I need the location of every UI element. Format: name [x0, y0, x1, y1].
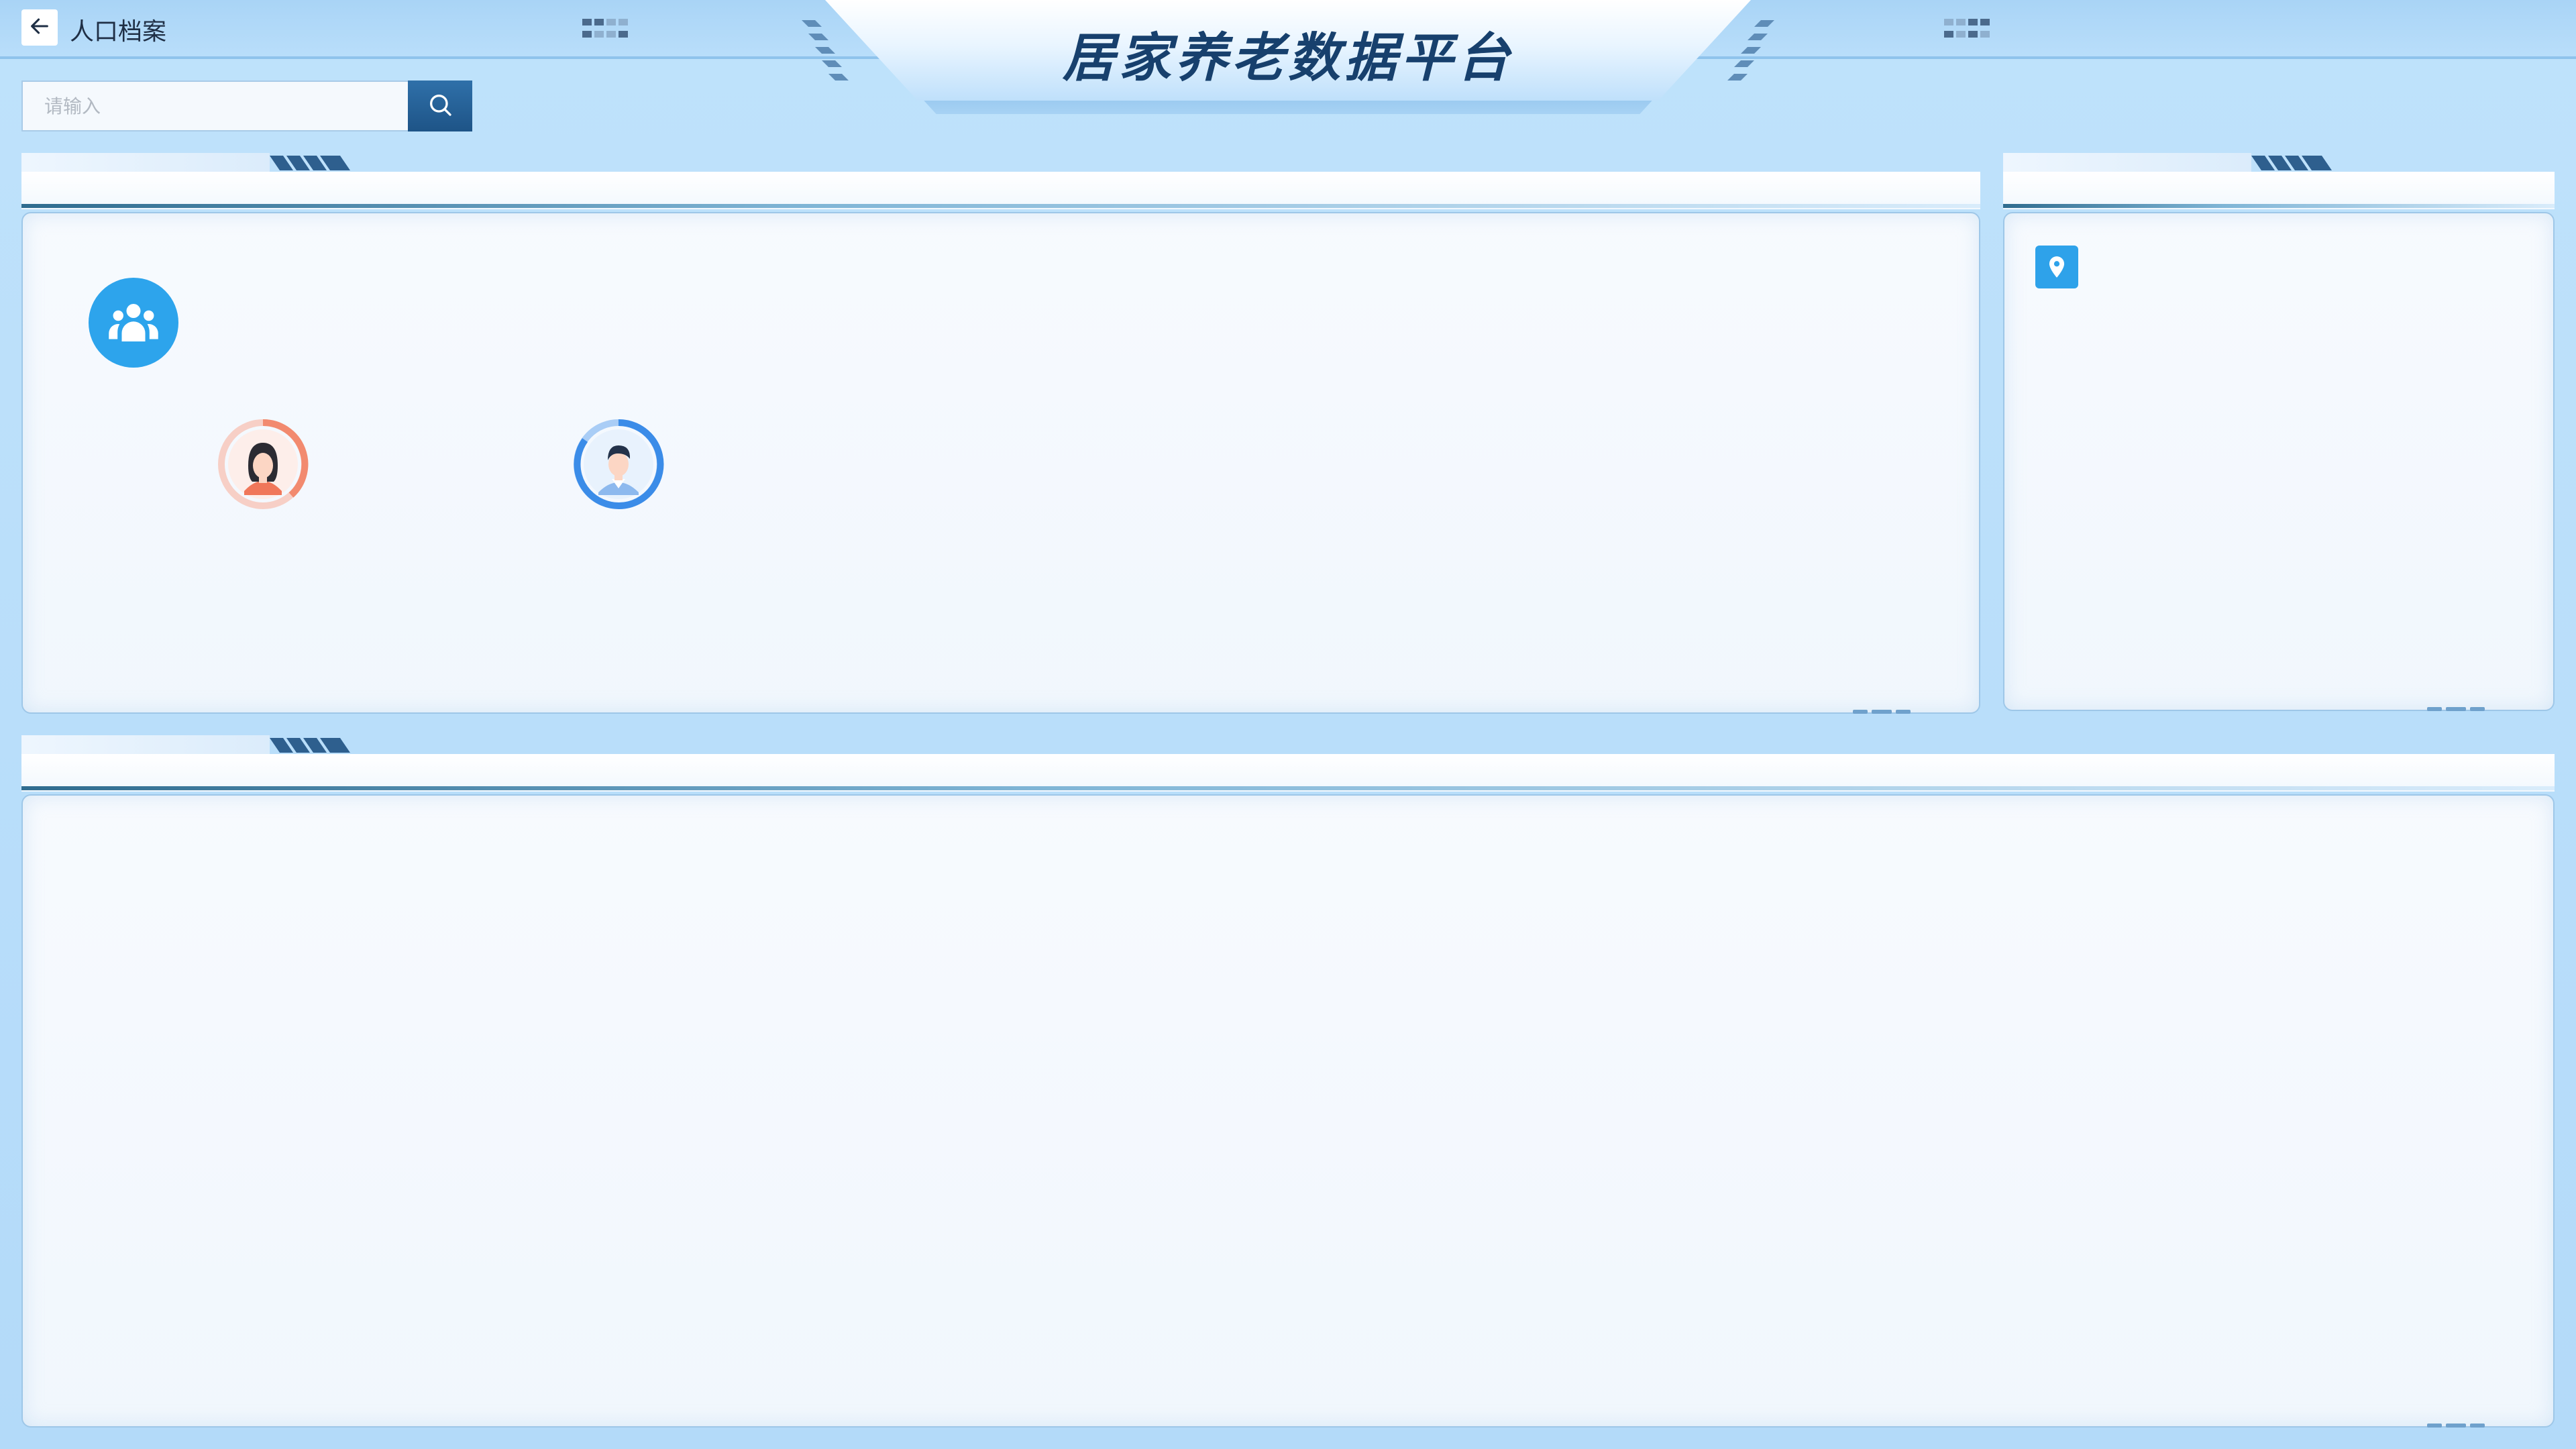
location-panel: [2003, 212, 2555, 711]
header-slash-decoration: [270, 156, 350, 170]
search-icon: [427, 91, 453, 121]
search-button[interactable]: [408, 80, 472, 131]
panel-corner-decoration: [1845, 708, 1919, 715]
population-panel-header: [21, 153, 1980, 212]
back-button[interactable]: [21, 9, 58, 46]
map-pin-icon: [2035, 246, 2078, 288]
female-avatar-icon: [217, 419, 309, 510]
male-avatar-icon: [573, 419, 664, 510]
header-slash-decoration: [2251, 156, 2332, 170]
search-box: [21, 80, 408, 131]
header-decoration-left: [582, 19, 628, 38]
panel-header-line: [21, 204, 1980, 208]
platform-title: 居家养老数据平台: [1062, 28, 1513, 89]
panel-header-tab: [21, 153, 270, 173]
people-group-icon: [89, 278, 178, 368]
page-title: 人口档案: [70, 18, 167, 46]
detail-panel: [21, 794, 2555, 1428]
app-root: 人口档案 居家养老数据平台 请输入: [0, 0, 2576, 1449]
panel-header-line: [21, 786, 2555, 790]
detail-panel-header: [21, 735, 2555, 794]
panel-header-tab: [21, 735, 270, 755]
search-input[interactable]: [23, 82, 408, 130]
header-decoration-right: [1944, 19, 1990, 38]
panel-corner-decoration: [2419, 706, 2493, 712]
panel-corner-decoration: [2419, 1422, 2493, 1429]
title-banner: 居家养老数据平台: [798, 0, 1778, 117]
header-slash-decoration: [270, 738, 350, 753]
location-panel-header: [2003, 153, 2555, 212]
panel-header-line: [2003, 204, 2555, 208]
arrow-left-icon: [28, 15, 51, 40]
panel-header-tab: [2003, 153, 2251, 173]
population-panel: [21, 212, 1980, 714]
